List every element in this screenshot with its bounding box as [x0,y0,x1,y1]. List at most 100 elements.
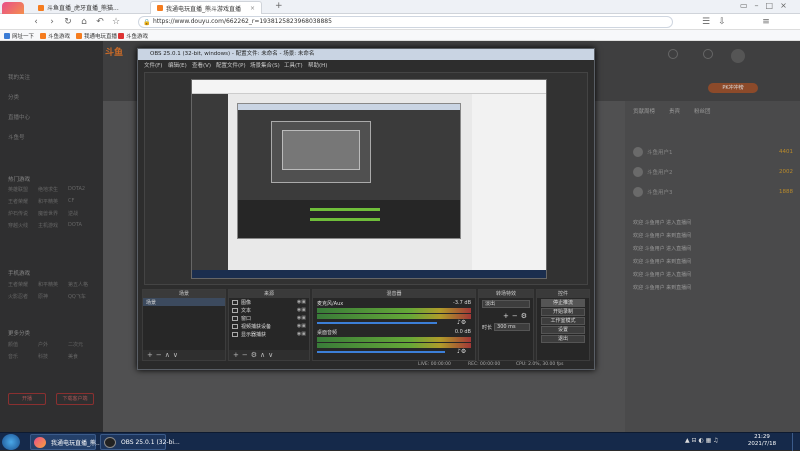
tab-douyu-home[interactable]: 斗鱼直播_虎牙直播_熊猫... [32,1,125,14]
eye-lock-icon[interactable]: ◉▣ [297,315,306,321]
window-controls[interactable]: ▭–□× [740,1,794,10]
sidebar-item-category[interactable]: 分类 [8,93,19,101]
taskbar-browser[interactable]: 我通电玩直播_熊... [30,434,102,450]
source-item[interactable]: 图像 ◉▣ [229,298,309,306]
obs-title-bar[interactable]: OBS 25.0.1 (32-bit, windows) - 配置文件: 未命名… [138,49,594,60]
record-icon[interactable] [703,49,713,59]
new-tab-icon[interactable]: + [275,1,283,11]
menu-file[interactable]: 文件(F) [144,61,162,69]
volume-slider[interactable]: ♪⚙ [317,348,471,355]
download-client-button[interactable]: 下载客户端 [56,393,94,405]
taskbar-clock[interactable]: 21:29 2021/7/18 [742,434,782,448]
transition-select[interactable]: 淡出 [482,300,530,308]
eye-lock-icon[interactable]: ◉▣ [297,323,306,329]
bookmark-item[interactable]: 斗鱼游戏 [40,31,70,40]
game-link[interactable]: 火影忍者 [8,293,38,300]
extension-icon[interactable]: ☰ [700,16,712,28]
game-link[interactable]: QQ飞车 [68,293,98,300]
start-broadcast-button[interactable]: 开播 [8,393,46,405]
eye-lock-icon[interactable]: ◉▣ [297,331,306,337]
game-link[interactable]: CF [68,198,98,205]
taskbar-obs[interactable]: OBS 25.0.1 (32-bi... [100,434,180,450]
menu-help[interactable]: 帮助(H) [308,61,327,69]
sidebar-item-live[interactable]: 直播中心 [8,113,30,121]
source-item[interactable]: 文本 ◉▣ [229,306,309,314]
bookmark-item[interactable]: 我通电玩直播 [76,31,117,40]
tab-fans[interactable]: 粉丝团 [694,107,711,115]
tab-vip[interactable]: 贵宾 [669,107,680,115]
source-item[interactable]: 窗口 ◉▣ [229,314,309,322]
menu-edit[interactable]: 编辑(E) [168,61,187,69]
rank-row[interactable]: 斗鱼用户3 1888 [633,185,793,198]
pk-rank-button[interactable]: PK冲冲榜 [708,83,758,93]
address-bar[interactable]: 🔒 https://www.douyu.com/662262_r=1938125… [138,16,673,28]
menu-icon[interactable]: ≡ [760,16,772,28]
game-link[interactable]: DOTA2 [68,186,98,193]
game-link[interactable]: 主机游戏 [38,222,68,229]
rank-row[interactable]: 斗鱼用户2 2002 [633,165,793,178]
game-link[interactable]: 王者荣耀 [8,281,38,288]
download-icon[interactable]: ⇩ [716,16,728,28]
source-toolbar[interactable]: +−⚙∧∨ [229,350,309,360]
menu-tools[interactable]: 工具(T) [284,61,303,69]
game-link[interactable]: 户外 [38,341,68,348]
game-link[interactable]: 英雄联盟 [8,186,38,193]
windows-start-icon[interactable] [2,434,20,450]
scene-toolbar[interactable]: +−∧∨ [143,350,225,360]
game-link[interactable]: 和平精英 [38,281,68,288]
transition-add-remove[interactable]: +−⚙ [482,312,530,320]
speaker-icon[interactable]: ♪⚙ [457,319,466,326]
start-recording-button[interactable]: 开始录制 [541,308,585,316]
game-link[interactable]: 逆战 [68,210,98,217]
show-desktop-button[interactable] [792,433,800,451]
stop-streaming-button[interactable]: 停止推流 [541,299,585,307]
reload-icon[interactable]: ↻ [62,16,74,28]
follow-icon[interactable] [668,49,678,59]
settings-button[interactable]: 设置 [541,326,585,334]
eye-lock-icon[interactable]: ◉▣ [297,299,306,305]
game-link[interactable]: 穿越火线 [8,222,38,229]
avatar[interactable] [731,49,745,63]
game-link[interactable]: 科技 [38,353,68,360]
system-tray[interactable]: ▲ ⊟ ◐ ▦ ♫ [685,437,719,444]
game-link[interactable]: 美食 [68,353,98,360]
undo-close-icon[interactable]: ↶ [94,16,106,28]
tab-contribution[interactable]: 贡献周榜 [633,107,655,115]
speaker-icon[interactable]: ♪⚙ [457,348,466,355]
menu-profile[interactable]: 配置文件(P) [216,61,246,69]
game-link[interactable]: 炉石传说 [8,210,38,217]
rank-row[interactable]: 斗鱼用户1 4401 [633,145,793,158]
game-link[interactable]: 音乐 [8,353,38,360]
bookmark-item[interactable]: 斗鱼游戏 [118,31,148,40]
eye-lock-icon[interactable]: ◉▣ [297,307,306,313]
source-item[interactable]: 视频捕获设备 ◉▣ [229,322,309,330]
duration-input[interactable]: 300 ms [494,323,530,331]
site-logo[interactable]: 斗鱼 [105,45,123,58]
bookmark-item[interactable]: 网址一下 [4,31,34,40]
menu-scene-collection[interactable]: 场景集合(S) [250,61,280,69]
sidebar-item-follow[interactable]: 我的关注 [8,73,30,81]
favorite-star-icon[interactable]: ☆ [110,16,122,28]
home-icon[interactable]: ⌂ [78,16,90,28]
scene-item[interactable]: 场景 [143,298,225,306]
exit-button[interactable]: 退出 [541,335,585,343]
sidebar-item-douyuhao[interactable]: 斗鱼号 [8,133,25,141]
tab-active-stream[interactable]: 我通电玩直播_熊斗游戏直播 × [150,1,263,14]
source-item[interactable]: 显示器捕获 ◉▣ [229,330,309,338]
game-link[interactable]: 原神 [38,293,68,300]
game-link[interactable]: 和平精英 [38,198,68,205]
obs-preview[interactable] [144,72,588,285]
game-link[interactable]: 王者荣耀 [8,198,38,205]
forward-icon[interactable]: › [46,16,58,28]
game-link[interactable]: 绝地求生 [38,186,68,193]
close-tab-icon[interactable]: × [250,5,255,12]
game-link[interactable]: 第五人格 [68,281,98,288]
game-link[interactable]: 魔兽世界 [38,210,68,217]
studio-mode-button[interactable]: 工作室模式 [541,317,585,325]
game-link[interactable]: 颜值 [8,341,38,348]
back-icon[interactable]: ‹ [30,16,42,28]
menu-view[interactable]: 查看(V) [192,61,211,69]
game-link[interactable]: DOTA [68,222,98,229]
game-link[interactable]: 二次元 [68,341,98,348]
volume-slider[interactable]: ♪⚙ [317,319,471,326]
